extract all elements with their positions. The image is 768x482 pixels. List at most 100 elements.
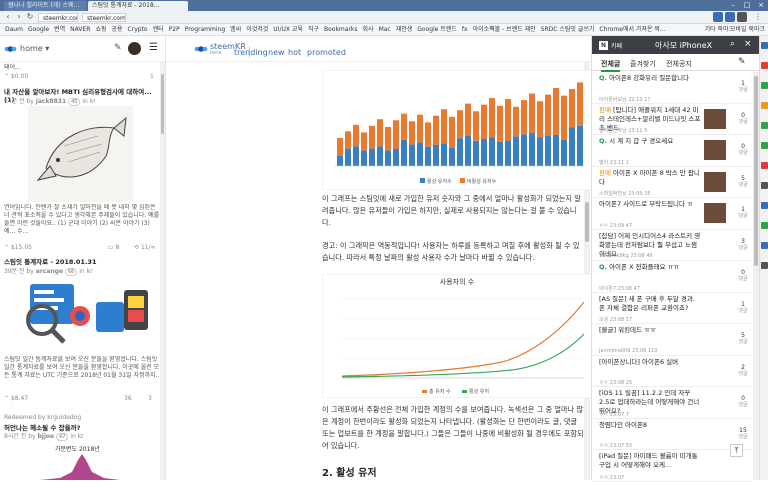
minimize-icon[interactable]: – bbox=[726, 0, 740, 10]
cafe-post-title[interactable]: Q. 아이폰8 강화유리 질문합니다 bbox=[599, 74, 701, 83]
comment-count[interactable]: 2 댓글 bbox=[736, 364, 750, 378]
pencil-icon[interactable]: ✎ bbox=[114, 43, 122, 53]
bookmark[interactable]: 엠씨 bbox=[230, 26, 241, 33]
cafe-post-row[interactable]: Q. 시 계 지 갑 구 경오세요 별이 23:11 1 0 댓글 bbox=[592, 135, 752, 167]
strip-icon[interactable] bbox=[761, 182, 768, 189]
comment-count[interactable]: 0 댓글 bbox=[736, 143, 750, 157]
browser-tab-1[interactable]: 썸나나 칠라이트 (개) 스웨... bbox=[4, 1, 86, 11]
bookmark[interactable]: 직구 bbox=[308, 26, 319, 33]
comment-count[interactable]: 0 댓글 bbox=[736, 112, 750, 126]
strip-icon[interactable] bbox=[761, 242, 768, 249]
cafe-post-row[interactable]: [불글] 워킹데드 ㅠㅠ janmimo009 23:08 110 5 댓글 bbox=[592, 324, 752, 356]
resteem-count[interactable]: ⟲ 11/∞ bbox=[134, 244, 156, 251]
strip-icon[interactable] bbox=[761, 102, 768, 109]
comment-count[interactable]: 1 댓글 bbox=[736, 80, 750, 94]
post-thumbnail-chart[interactable] bbox=[40, 452, 120, 480]
comment-count[interactable]: ▭ 8 bbox=[108, 244, 119, 251]
cafe-post-row[interactable]: [iOS 11 릴꿈] 11.2.2 인데 자꾸 2.5로 업데하라는데 어떻게… bbox=[592, 387, 752, 419]
write-icon[interactable]: ✎ bbox=[738, 57, 746, 67]
nav-promoted[interactable]: promoted bbox=[307, 48, 346, 57]
comment-count[interactable]: 0 댓글 bbox=[736, 269, 750, 283]
mobile-bookmarks[interactable]: 모바일 북마크 bbox=[729, 24, 765, 35]
comment-count[interactable]: 1 댓글 bbox=[736, 301, 750, 315]
bookmark[interactable]: UI/UX 교육 bbox=[273, 26, 303, 33]
cafe-post-thumbnail[interactable] bbox=[704, 108, 726, 129]
strip-icon[interactable] bbox=[761, 42, 768, 49]
post-title[interactable]: 스팀잇 통계자료 - 2018.01.31 bbox=[4, 256, 160, 266]
hamburger-menu-icon[interactable]: ☰ bbox=[149, 42, 158, 53]
bookmark[interactable]: 번역 bbox=[54, 26, 65, 33]
upvote-icon[interactable]: ⌃ bbox=[4, 244, 9, 251]
cafe-post-row[interactable]: [잡담] 어제 인시디어스4 라스트키 영화봤는데 전처럼보다 훨 무섭고 노잼… bbox=[592, 230, 752, 261]
comment-count[interactable]: 5 댓글 bbox=[736, 175, 750, 189]
nav-hot[interactable]: hot bbox=[288, 48, 301, 57]
extension-icon-2[interactable] bbox=[725, 12, 735, 22]
forward-icon[interactable]: › bbox=[14, 12, 24, 22]
cafe-post-title[interactable]: [iPad 질문] 아이패드 볼륨이 미개통 구입 시 어떻게해야 오케... bbox=[599, 452, 701, 470]
reload-icon[interactable]: ↻ bbox=[25, 12, 35, 22]
bookmark[interactable]: Google 트렌드 bbox=[417, 26, 457, 33]
bookmark[interactable]: SRDC 스팀잇 글쓰기 bbox=[541, 26, 595, 33]
bookmark[interactable]: Bookmarks bbox=[324, 26, 358, 33]
scroll-to-top-icon[interactable]: ⤒ bbox=[730, 444, 743, 457]
bookmark[interactable]: fx bbox=[462, 26, 468, 33]
cafe-post-row[interactable]: [AS 질문] 새 폰 구매 후 두달 경과. 폰 자체 결함은 리퍼폰 교환이… bbox=[592, 293, 752, 324]
comment-count[interactable]: 1 댓글 bbox=[736, 206, 750, 220]
cafe-post-title[interactable]: 판매 아이폰 X 아이폰 8 박스 만 팝니다 bbox=[599, 169, 701, 187]
bookmark[interactable]: 엔터 bbox=[153, 26, 164, 33]
comment-count[interactable]: 3 댓글 bbox=[736, 238, 750, 252]
article-scrollbar-thumb[interactable] bbox=[585, 202, 589, 242]
cafe-post-row[interactable]: Q. 아이폰8 강화유리 질문합니다 아이폰바보님 22:13 17 1 댓글 bbox=[592, 72, 752, 104]
upvote-icon[interactable]: ⌃ bbox=[4, 73, 9, 80]
cafe-post-row[interactable]: 판매 아이폰 X 아이폰 8 박스 만 팝니다 스마일박진님 23:09 35 5 댓… bbox=[592, 167, 752, 198]
back-icon[interactable]: ‹ bbox=[3, 12, 13, 22]
extension-icon-3[interactable] bbox=[737, 12, 747, 22]
bookmark[interactable]: Daum bbox=[5, 26, 23, 33]
community-link[interactable]: in kr bbox=[82, 98, 95, 105]
feed-scrollbar[interactable] bbox=[160, 62, 165, 480]
post-thumbnail-stats[interactable] bbox=[12, 280, 152, 348]
extension-icon[interactable] bbox=[713, 12, 723, 22]
cafe-name[interactable]: 아사모 iPhoneX bbox=[655, 40, 712, 51]
post-thumbnail-fish[interactable] bbox=[28, 106, 133, 202]
steem-logo-icon[interactable] bbox=[4, 43, 17, 55]
bookmark[interactable]: 아이소팩볼 - 브랜드 재인 bbox=[473, 26, 536, 33]
bookmark[interactable]: P2P bbox=[169, 26, 180, 33]
tab-all-posts[interactable]: 전체글 bbox=[601, 59, 621, 72]
feed-scrollbar-thumb[interactable] bbox=[161, 74, 164, 134]
steemkr-logo-icon[interactable] bbox=[194, 43, 208, 55]
tab-favorites[interactable]: 즐겨찾기 bbox=[630, 59, 656, 69]
cafe-post-thumbnail[interactable] bbox=[704, 171, 726, 192]
cafe-post-row[interactable]: 판매 [탑니다] 애플워치 1세대 42 미리 스테인레스+알리벨 미드나잇 스… bbox=[592, 104, 752, 135]
bookmark[interactable]: Chrome에서 가져온 북... bbox=[599, 26, 665, 33]
bookmark[interactable]: 재인생 bbox=[396, 26, 413, 33]
comment-count[interactable]: 5 댓글 bbox=[736, 332, 750, 346]
comment-count[interactable]: 15 댓글 bbox=[736, 427, 750, 441]
strip-icon[interactable] bbox=[761, 222, 768, 229]
cafe-scrollbar-thumb[interactable] bbox=[754, 76, 758, 266]
url-field-left[interactable]: steemkr.com bbox=[38, 13, 78, 22]
search-icon[interactable]: ⌕ bbox=[730, 39, 735, 49]
menu-icon[interactable]: ⋮ bbox=[753, 12, 763, 22]
cafe-logo-icon[interactable]: N bbox=[599, 41, 608, 50]
strip-icon[interactable] bbox=[761, 62, 768, 69]
bookmark[interactable]: Programming bbox=[185, 26, 225, 33]
comment-count[interactable]: 0 댓글 bbox=[736, 395, 750, 409]
community-link[interactable]: in kr bbox=[79, 268, 92, 275]
cafe-post-row[interactable]: [iPad 질문] 아이패드 볼륨이 미개통 구입 시 어떻게해야 오케... ㅇ… bbox=[592, 450, 752, 482]
nav-new[interactable]: new bbox=[268, 48, 285, 57]
vote-count[interactable]: 36 bbox=[124, 395, 132, 402]
bookmark[interactable]: 쇼핑 bbox=[95, 26, 106, 33]
cafe-post-title[interactable]: [AS 질문] 새 폰 구매 후 두달 경과. 폰 자체 결함은 리퍼폰 교환이… bbox=[599, 295, 701, 313]
strip-icon[interactable] bbox=[761, 262, 768, 269]
avatar[interactable] bbox=[128, 42, 141, 55]
browser-tab-2[interactable]: 스팀잇 통계자료 - 2018... bbox=[88, 1, 188, 11]
strip-icon[interactable] bbox=[761, 202, 768, 209]
bookmark[interactable]: Google bbox=[28, 26, 49, 33]
bookmark[interactable]: 회사 bbox=[363, 26, 374, 33]
author-link[interactable]: bjjoe bbox=[37, 433, 54, 440]
cafe-post-row[interactable]: 청렴다인 아이폰8 ㅇㅇ 23:07 55 15 댓글 bbox=[592, 419, 752, 450]
url-field-right[interactable]: steemkr.com bbox=[82, 13, 126, 22]
cafe-post-thumbnail[interactable] bbox=[704, 203, 726, 223]
home-dropdown[interactable]: home ▾ bbox=[20, 44, 49, 53]
